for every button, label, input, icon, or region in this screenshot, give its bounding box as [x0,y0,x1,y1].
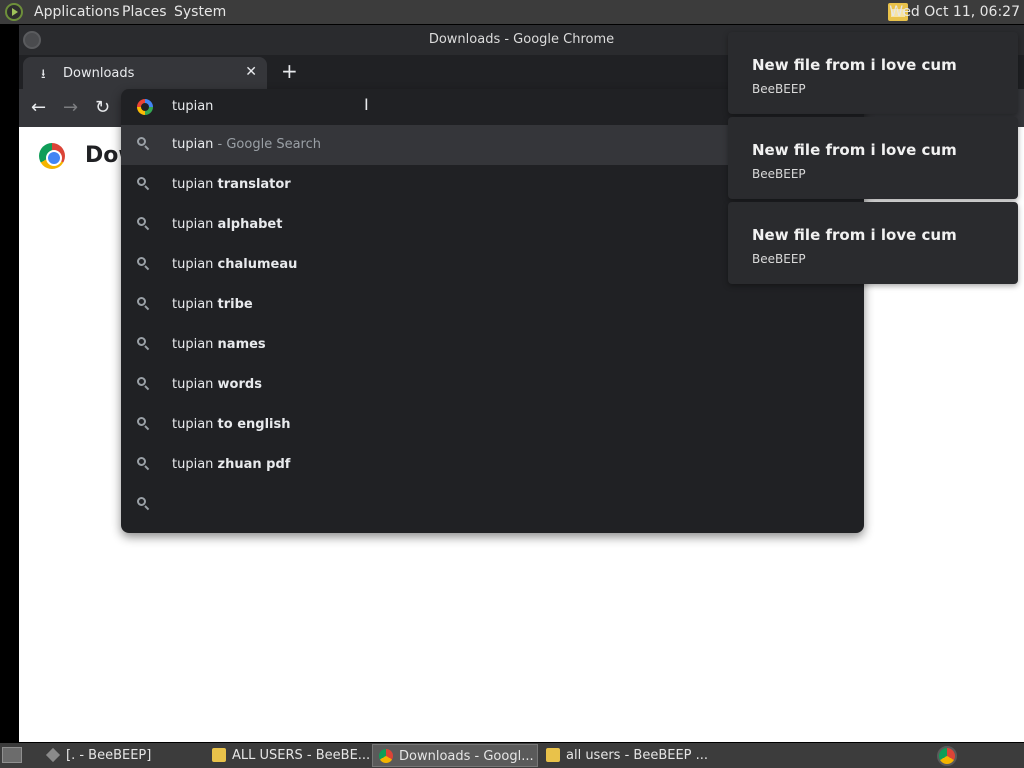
suggestion-prefix: tupian [172,297,218,312]
search-icon [137,137,150,151]
suggestion-completion: alphabet [217,217,283,232]
search-icon [137,497,150,511]
menu-applications[interactable]: Applications [34,4,120,20]
download-icon: ⭳ [41,67,46,82]
omnibox-suggestion[interactable]: tupian tribe [121,285,864,325]
suggestion-prefix: tupian [172,137,214,152]
taskbar-item[interactable]: ALL USERS - BeeBE... [206,744,370,767]
notification-title: New file from i love cum [752,56,957,74]
taskbar-item[interactable]: all users - BeeBEEP ... [540,744,710,767]
text-cursor-icon: I [364,95,369,114]
search-icon [137,217,150,231]
distro-logo-icon[interactable] [5,3,23,21]
suggestion-prefix: tupian [172,457,218,472]
chrome-tray-icon[interactable] [937,746,957,766]
suggestion-text: tupian alphabet [172,217,282,232]
omnibox-suggestion[interactable]: tupian zhuan pdf [121,445,864,485]
taskbar-item-label: all users - BeeBEEP ... [566,748,709,763]
search-icon [137,337,150,351]
notification-body: BeeBEEP [752,82,806,96]
suggestion-prefix: tupian [172,177,218,192]
suggestion-text: tupian translator [172,177,291,192]
suggestion-completion: to english [217,417,291,432]
menu-places[interactable]: Places [122,4,167,20]
search-icon [137,297,150,311]
chrome-logo-icon [39,143,65,169]
suggestion-prefix: tupian [172,417,218,432]
suggestion-text: tupian chalumeau [172,257,297,272]
tab-label: Downloads [63,66,135,81]
google-icon [137,99,153,115]
taskbar-item-label: [. - BeeBEEP] [66,748,152,763]
clock[interactable]: Wed Oct 11, 06:27 [889,4,1020,20]
back-button[interactable]: ← [31,97,46,118]
new-tab-button[interactable]: + [281,59,298,83]
tab-downloads[interactable]: ⭳ Downloads ✕ [23,57,267,89]
notification-card[interactable]: New file from i love cum BeeBEEP [728,32,1018,114]
suggestion-completion: translator [217,177,291,192]
suggestion-prefix: tupian [172,217,218,232]
search-icon [137,417,150,431]
address-input-text[interactable]: tupian [172,99,213,114]
suggestion-prefix: tupian [172,377,218,392]
suggestion-completion: words [217,377,262,392]
suggestion-note: - Google Search [213,137,321,152]
suggestion-text: tupian words [172,377,262,392]
beebeep-icon [546,748,560,762]
omnibox-suggestion[interactable] [121,485,864,525]
suggestion-completion: names [217,337,266,352]
omnibox-suggestion[interactable]: tupian to english [121,405,864,445]
notification-body: BeeBEEP [752,252,806,266]
search-icon [137,377,150,391]
show-desktop-button[interactable] [2,747,22,763]
notification-title: New file from i love cum [752,141,957,159]
page-title: Downloads [85,143,125,168]
suggestion-completion: zhuan pdf [217,457,291,472]
bottom-taskbar: [. - BeeBEEP] ALL USERS - BeeBE... Downloa… [0,743,1024,768]
close-tab-icon[interactable]: ✕ [245,64,257,80]
suggestion-prefix: tupian [172,257,218,272]
suggestion-completion: chalumeau [217,257,298,272]
omnibox-suggestion[interactable]: tupian names [121,325,864,365]
chrome-icon [379,749,393,763]
suggestion-text: tupian to english [172,417,291,432]
taskbar-item[interactable]: Downloads - Googl... [372,744,538,767]
suggestion-text: tupian - Google Search [172,137,321,152]
search-icon [137,457,150,471]
taskbar-item-label: ALL USERS - BeeBE... [232,748,370,763]
taskbar-item[interactable]: [. - BeeBEEP] [40,744,202,767]
tool-icon [45,747,61,763]
suggestion-text: tupian zhuan pdf [172,457,290,472]
suggestion-completion: tribe [217,297,253,312]
menu-system[interactable]: System [174,4,226,20]
suggestion-text: tupian tribe [172,297,253,312]
beebeep-icon [212,748,226,762]
forward-button[interactable]: → [63,97,78,118]
notification-title: New file from i love cum [752,226,957,244]
window-title: Downloads - Google Chrome [428,32,615,47]
taskbar-item-label: Downloads - Googl... [399,749,534,764]
search-icon [137,257,150,271]
notification-body: BeeBEEP [752,167,806,181]
reload-button[interactable]: ↻ [95,97,110,118]
suggestion-text: tupian names [172,337,266,352]
window-menu-button[interactable] [23,31,41,49]
search-icon [137,177,150,191]
top-panel: Applications Places System Wed Oct 11, 0… [0,0,1024,24]
omnibox-suggestion[interactable]: tupian words [121,365,864,405]
notification-card[interactable]: New file from i love cum BeeBEEP [728,117,1018,199]
suggestion-prefix: tupian [172,337,218,352]
notification-card[interactable]: New file from i love cum BeeBEEP [728,202,1018,284]
